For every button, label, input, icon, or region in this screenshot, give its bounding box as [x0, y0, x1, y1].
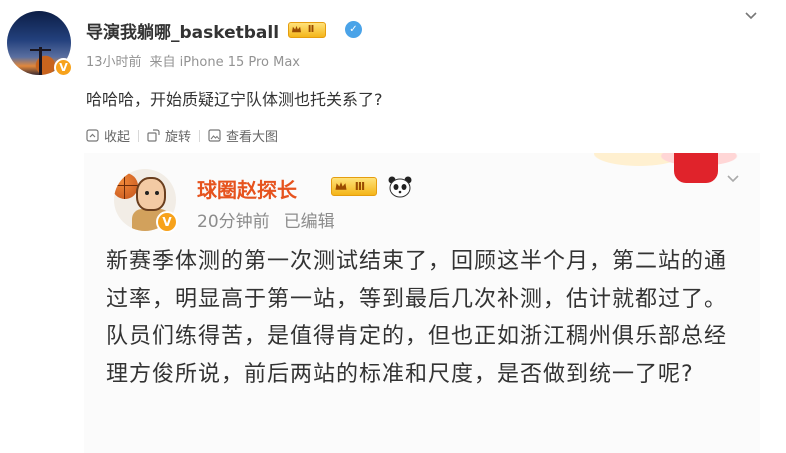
basketball-icon [114, 173, 138, 199]
level-badge-text: Ⅱ [307, 24, 315, 35]
level-badge[interactable]: Ⅱ [288, 22, 326, 38]
chevron-down-icon[interactable] [743, 8, 759, 24]
view-large-image-label: 查看大图 [226, 130, 279, 145]
quoted-time: 20分钟前 [197, 212, 270, 232]
collapse-button[interactable]: 收起 [86, 126, 130, 145]
verified-icon: V [54, 58, 73, 77]
collapse-icon [86, 129, 99, 142]
weibo-verified-icon[interactable]: ✓ [345, 21, 362, 38]
post-meta: 13小时前 来自 iPhone 15 Pro Max [86, 51, 300, 70]
post-source: 来自 iPhone 15 Pro Max [149, 55, 300, 70]
post-text: 哈哈哈，开始质疑辽宁队体测也托关系了? [86, 90, 383, 109]
cartoon-face [136, 177, 166, 211]
quoted-body-text: 新赛季体测的第一次测试结束了，回顾这半个月，第二站的通过率，明显高于第一站，等到… [106, 249, 728, 387]
panda-icon [388, 176, 412, 198]
view-large-image-icon [208, 129, 221, 142]
rotate-label: 旋转 [165, 130, 192, 145]
divider [138, 129, 140, 142]
cartoon-eye [155, 191, 159, 195]
view-large-image-button[interactable]: 查看大图 [208, 126, 278, 145]
quoted-edited: 已编辑 [283, 212, 335, 232]
crown-icon [292, 25, 301, 33]
decorative-red-lantern [674, 153, 718, 183]
post-image[interactable]: V 球圈赵探长 Ⅲ 20分钟前 已编辑 新赛季体测的第一次测试结束了，回顾这半个月… [84, 153, 760, 453]
rotate-icon [147, 129, 160, 142]
divider [199, 129, 201, 142]
image-actions: 收起 旋转 查看大图 [86, 126, 278, 145]
quoted-username: 球圈赵探长 [197, 178, 297, 202]
rotate-button[interactable]: 旋转 [147, 126, 191, 145]
quoted-verified-icon: V [156, 211, 178, 233]
quoted-meta: 20分钟前 已编辑 [197, 207, 335, 232]
decorative-banner [594, 153, 744, 183]
quoted-chevron-down-icon [727, 175, 739, 183]
quoted-level-badge: Ⅲ [331, 177, 377, 196]
crown-icon [335, 182, 347, 190]
username[interactable]: 导演我躺哪_basketball [86, 18, 279, 43]
quoted-level-text: Ⅲ [354, 180, 366, 193]
collapse-label: 收起 [104, 130, 131, 145]
power-tower-silhouette [30, 47, 51, 75]
cartoon-eye [145, 191, 149, 195]
post-time[interactable]: 13小时前 [86, 55, 142, 70]
